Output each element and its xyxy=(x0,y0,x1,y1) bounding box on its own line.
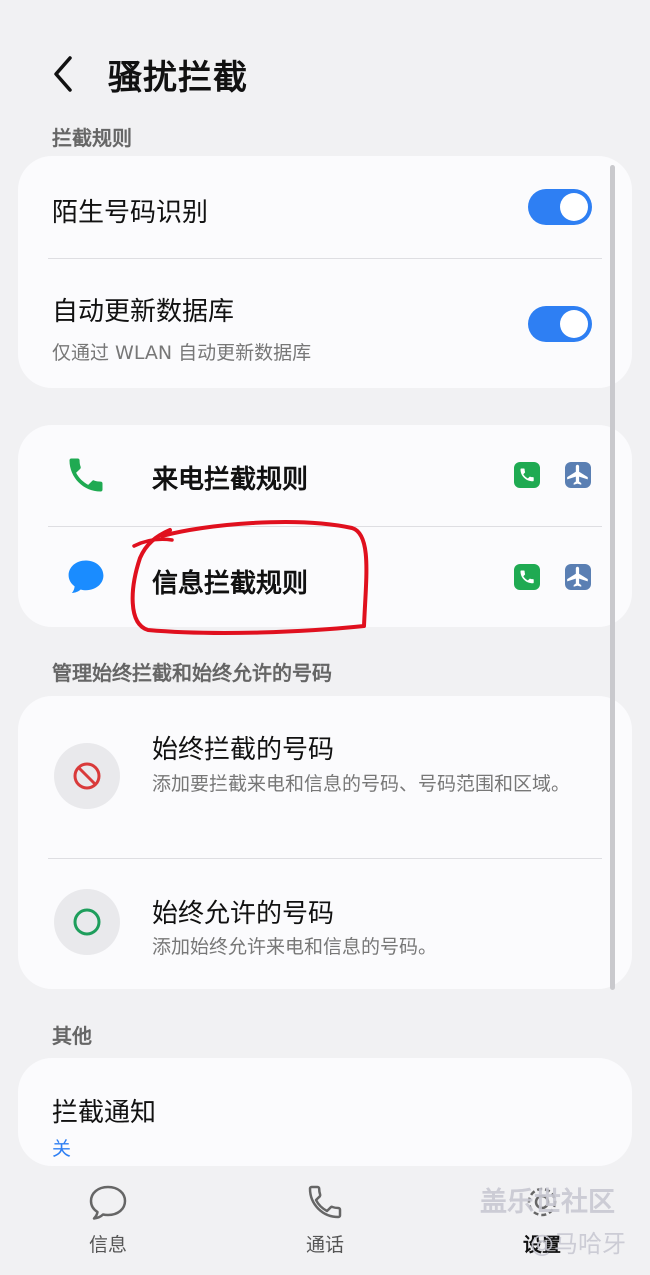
always-allow-row[interactable]: 始终允许的号码 添加始终允许来电和信息的号码。 xyxy=(18,859,632,989)
section-label-other: 其他 xyxy=(52,1024,92,1048)
nav-item-messages[interactable]: 信息 xyxy=(48,1182,168,1262)
unknown-number-toggle[interactable] xyxy=(528,189,592,225)
always-block-sublabel: 添加要拦截来电和信息的号码、号码范围和区域。 xyxy=(152,773,571,795)
chevron-left-icon xyxy=(54,56,72,92)
block-notification-value: 关 xyxy=(52,1138,72,1160)
notification-card[interactable]: 拦截通知 关 xyxy=(18,1058,632,1166)
header: 骚扰拦截 xyxy=(0,0,650,130)
auto-update-row[interactable]: 自动更新数据库 仅通过 WLAN 自动更新数据库 xyxy=(18,259,632,388)
nav-label-messages: 信息 xyxy=(88,1234,127,1256)
page-title: 骚扰拦截 xyxy=(108,58,248,98)
auto-update-label: 自动更新数据库 xyxy=(52,297,235,327)
call-badge-icon xyxy=(514,564,540,590)
allow-circle-icon xyxy=(54,889,120,955)
watermark-handle: @马哈牙 xyxy=(530,1230,626,1258)
nav-label-calls: 通话 xyxy=(305,1234,344,1256)
always-block-label: 始终拦截的号码 xyxy=(152,735,335,765)
call-rule-row[interactable]: 来电拦截规则 xyxy=(18,425,632,526)
lists-card: 始终拦截的号码 添加要拦截来电和信息的号码、号码范围和区域。 始终允许的号码 添… xyxy=(18,696,632,989)
always-allow-sublabel: 添加始终允许来电和信息的号码。 xyxy=(152,936,438,958)
watermark-text: 盖乐世社区 xyxy=(480,1187,615,1218)
back-button[interactable] xyxy=(44,52,84,96)
auto-update-toggle[interactable] xyxy=(528,306,592,342)
block-icon xyxy=(54,743,120,809)
call-badge-icon xyxy=(514,462,540,488)
message-bubble-icon xyxy=(64,555,108,599)
phone-icon xyxy=(64,453,108,497)
airplane-badge-icon xyxy=(565,462,591,488)
toggle-knob xyxy=(560,193,588,221)
settings-card: 陌生号码识别 自动更新数据库 仅通过 WLAN 自动更新数据库 xyxy=(18,156,632,388)
airplane-badge-icon xyxy=(565,564,591,590)
section-label-rules: 拦截规则 xyxy=(52,126,132,150)
block-notification-label: 拦截通知 xyxy=(52,1098,157,1128)
call-rule-label: 来电拦截规则 xyxy=(152,465,309,495)
toggle-knob xyxy=(560,310,588,338)
nav-item-calls[interactable]: 通话 xyxy=(265,1182,385,1262)
chat-icon xyxy=(89,1185,127,1220)
always-allow-label: 始终允许的号码 xyxy=(152,899,335,929)
unknown-number-row[interactable]: 陌生号码识别 xyxy=(18,156,632,258)
scrollbar[interactable] xyxy=(610,165,615,990)
red-annotation-scribble xyxy=(130,520,369,635)
section-label-manage: 管理始终拦截和始终允许的号码 xyxy=(52,661,332,685)
phone-outline-icon xyxy=(308,1185,342,1219)
always-block-row[interactable]: 始终拦截的号码 添加要拦截来电和信息的号码、号码范围和区域。 xyxy=(18,696,632,858)
auto-update-sublabel: 仅通过 WLAN 自动更新数据库 xyxy=(52,342,312,364)
unknown-number-label: 陌生号码识别 xyxy=(52,198,209,228)
